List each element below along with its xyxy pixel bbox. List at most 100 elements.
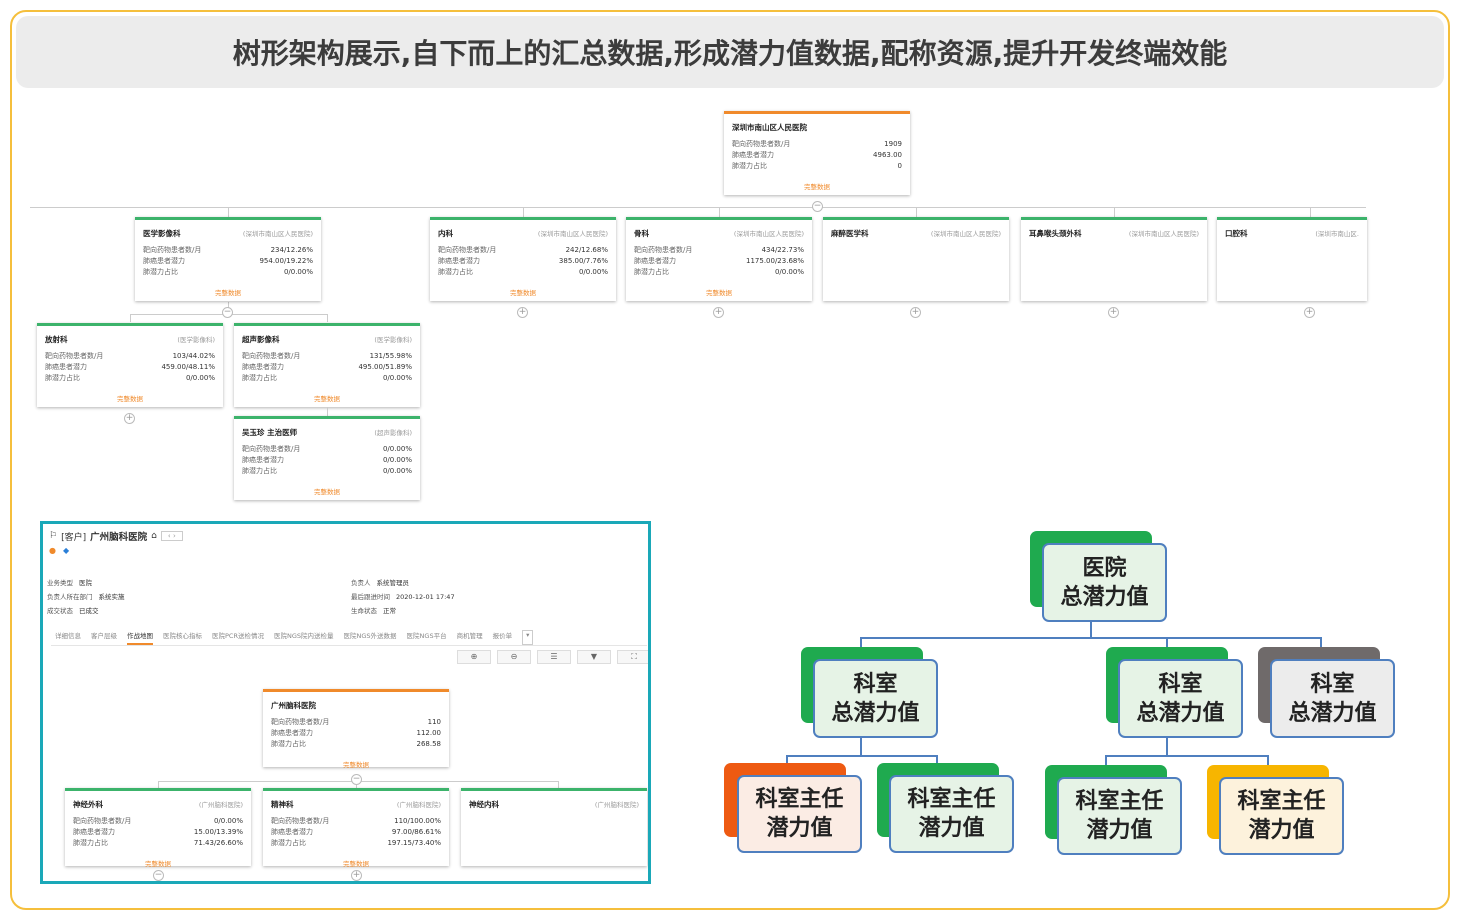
expand-toggle-icon[interactable]: +	[910, 307, 921, 318]
node-line2: 潜力值	[918, 816, 985, 841]
full-data-link[interactable]: 完整数据	[634, 287, 804, 297]
tab-ngs-internal[interactable]: 医院NGS院内送检量	[274, 630, 334, 645]
full-data-link[interactable]: 完整数据	[732, 181, 902, 191]
row-value: 434/22.73%	[761, 246, 804, 254]
full-data-link[interactable]: 完整数据	[242, 486, 412, 496]
dept-card[interactable]: 医学影像科 (深圳市南山区人民医院) 靶向药物患者数/月 234/12.26% 肺癌…	[135, 217, 321, 301]
crm-dept-card[interactable]: 神经外科 (广州脑科医院) 靶向药物患者数/月 0/0.00% 肺癌患者潜力 15.0…	[65, 788, 251, 868]
expand-toggle-icon[interactable]: +	[1304, 307, 1315, 318]
doctor-card[interactable]: 吴玉珍 主治医师 (超声影像科) 靶向药物患者数/月 0/0.00% 肺癌患者潜力 0…	[234, 416, 420, 500]
dept-total-node[interactable]: 科室 总潜力值	[1118, 659, 1243, 738]
director-node[interactable]: 科室主任 潜力值	[1219, 777, 1344, 855]
collapse-toggle-icon[interactable]: −	[351, 774, 362, 785]
tab-core-metrics[interactable]: 医院核心指标	[163, 630, 202, 645]
tab-battle-map[interactable]: 作战地图	[127, 630, 153, 645]
tag-icon[interactable]: ◆	[63, 546, 69, 555]
tree-root-card[interactable]: 深圳市南山区人民医院 靶向药物患者数/月 1909 肺癌患者潜力 4963.00 肺…	[724, 111, 910, 195]
tree-connector	[558, 781, 559, 788]
tab-details[interactable]: 详细信息	[55, 630, 81, 645]
next-icon[interactable]: ›	[173, 532, 176, 540]
expand-toggle-icon[interactable]: +	[517, 307, 528, 318]
crm-panel: ⚐ [客户] 广州脑科医院 ⌂ ‹ › ● ◆ 业务类型 医院 负责人所在部门 系统…	[40, 521, 651, 884]
dept-card[interactable]: 内科 (深圳市南山区人民医院) 靶向药物患者数/月 242/12.68% 肺癌患者潜…	[430, 217, 616, 301]
zoom-in-icon[interactable]: ⊕	[457, 650, 491, 664]
full-data-link[interactable]: 完整数据	[242, 393, 412, 403]
row-label: 肺潜力占比	[438, 268, 473, 276]
zoom-out-icon[interactable]: ⊖	[497, 650, 531, 664]
dept-card[interactable]: 骨科 (深圳市南山区人民医院) 靶向药物患者数/月 434/22.73% 肺癌患者潜…	[626, 217, 812, 301]
row-value: 0	[897, 162, 902, 170]
director-node[interactable]: 科室主任 潜力值	[1057, 777, 1182, 855]
sub-dept-card[interactable]: 放射科 (医学影像科) 靶向药物患者数/月 103/44.02% 肺癌患者潜力 459…	[37, 323, 223, 407]
card-name: 放射科	[45, 335, 68, 344]
row-value: 0/0.00%	[382, 374, 412, 382]
full-data-link[interactable]: 完整数据	[45, 393, 215, 403]
row-label: 靶向药物患者数/月	[73, 817, 132, 825]
full-data-link[interactable]: 完整数据	[143, 287, 313, 297]
tab-ngs-platform[interactable]: 医院NGS平台	[407, 630, 447, 645]
dept-card[interactable]: 麻醉医学科 (深圳市南山区人民医院)	[823, 217, 1009, 301]
tab-quotes[interactable]: 报价单	[493, 630, 513, 645]
tree-connector	[1310, 207, 1311, 217]
expand-toggle-icon[interactable]: +	[1108, 307, 1119, 318]
director-node[interactable]: 科室主任 潜力值	[889, 775, 1014, 853]
full-data-link[interactable]: 完整数据	[271, 759, 441, 769]
row-label: 靶向药物患者数/月	[438, 246, 497, 254]
nav-arrows[interactable]: ‹ ›	[160, 531, 183, 541]
node-line1: 科室主任	[907, 787, 996, 812]
tab-hierarchy[interactable]: 客户层级	[91, 630, 117, 645]
row-value: 4963.00	[873, 151, 902, 159]
crm-tag: [客户]	[61, 532, 87, 543]
node-line2: 总潜力值	[1136, 700, 1225, 726]
tree-connector	[916, 207, 917, 217]
tab-divider	[51, 645, 647, 646]
dept-card[interactable]: 口腔科 (深圳市南山区.	[1217, 217, 1367, 301]
crm-root-card[interactable]: 广州脑科医院 靶向药物患者数/月 110 肺癌患者潜力 112.00 肺潜力占比 26…	[263, 689, 449, 769]
crm-dept-card[interactable]: 精神科 (广州脑科医院) 靶向药物患者数/月 110/100.00% 肺癌患者潜力 9…	[263, 788, 449, 868]
filter-icon[interactable]: ▼	[577, 650, 611, 664]
collapse-toggle-icon[interactable]: −	[812, 201, 823, 212]
expand-toggle-icon[interactable]: +	[713, 307, 724, 318]
tree-connector	[719, 207, 720, 217]
diagram-connector	[860, 738, 862, 756]
home-icon[interactable]: ⌂	[151, 531, 157, 541]
collapse-toggle-icon[interactable]: −	[222, 307, 233, 318]
tree-connector	[30, 207, 1366, 208]
row-label: 肺潜力占比	[242, 467, 277, 475]
full-data-link[interactable]: 完整数据	[271, 858, 441, 868]
field-value: 2020-12-01 17:47	[396, 593, 455, 601]
sub-dept-card[interactable]: 超声影像科 (医学影像科) 靶向药物患者数/月 131/55.98% 肺癌患者潜力 4…	[234, 323, 420, 407]
tab-ngs-external[interactable]: 医院NGS外送数据	[344, 630, 397, 645]
row-value: 954.00/19.22%	[259, 257, 313, 265]
tree-connector	[1114, 207, 1115, 217]
card-name: 耳鼻喉头颈外科	[1029, 229, 1082, 238]
node-line1: 科室主任	[1075, 789, 1164, 814]
fullscreen-icon[interactable]: ⛶	[617, 650, 648, 664]
full-data-link[interactable]: 完整数据	[73, 858, 243, 868]
director-node[interactable]: 科室主任 潜力值	[737, 775, 862, 853]
tab-pcr[interactable]: 医院PCR送检情况	[212, 630, 264, 645]
hospital-total-node[interactable]: 医院 总潜力值	[1042, 543, 1167, 622]
expand-toggle-icon[interactable]: +	[124, 413, 135, 424]
dept-total-node[interactable]: 科室 总潜力值	[813, 659, 938, 738]
card-name: 医学影像科	[143, 229, 181, 238]
full-data-link[interactable]: 完整数据	[438, 287, 608, 297]
field-value: 医院	[79, 579, 92, 587]
field-life-status: 生命状态 正常	[351, 605, 396, 615]
dept-total-node[interactable]: 科室 总潜力值	[1270, 659, 1395, 738]
collapse-toggle-icon[interactable]: −	[153, 870, 164, 881]
crm-dept-card[interactable]: 神经内科 (广州脑科医院)	[461, 788, 647, 866]
tab-opportunities[interactable]: 商机管理	[457, 630, 483, 645]
tab-more-icon[interactable]: ▾	[522, 630, 534, 645]
diagram-connector	[1090, 622, 1092, 638]
dept-card[interactable]: 耳鼻喉头颈外科 (深圳市南山区人民医院)	[1021, 217, 1207, 301]
row-value: 0/0.00%	[774, 268, 804, 276]
prev-icon[interactable]: ‹	[168, 532, 171, 540]
row-value: 0/0.00%	[382, 467, 412, 475]
indent-icon[interactable]: ☰	[537, 650, 571, 664]
row-value: 197.15/73.40%	[387, 839, 441, 847]
expand-toggle-icon[interactable]: +	[351, 870, 362, 881]
row-value: 103/44.02%	[172, 352, 215, 360]
location-icon[interactable]: ●	[49, 546, 56, 555]
node-line1: 科室主任	[755, 787, 844, 812]
